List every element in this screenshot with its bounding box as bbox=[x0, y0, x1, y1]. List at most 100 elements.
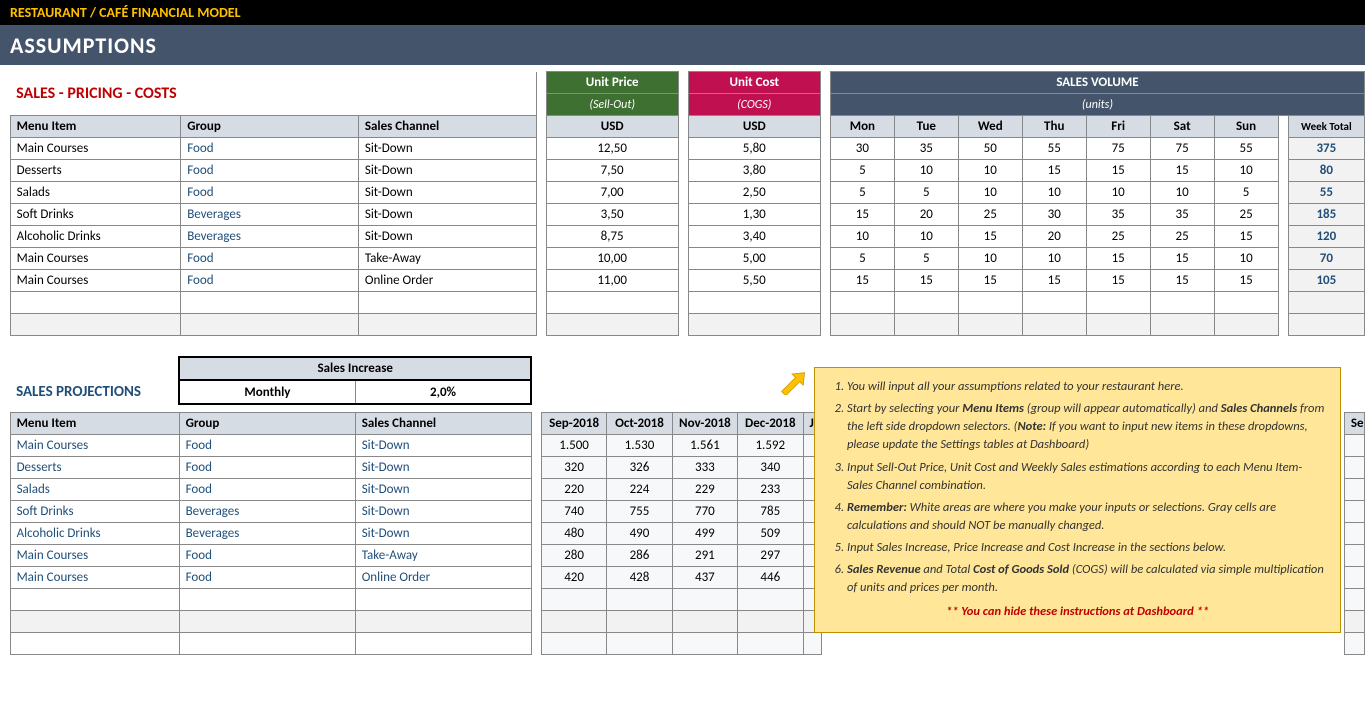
volume-cell[interactable]: 15 bbox=[1214, 226, 1278, 248]
col-menu-item: Menu Item bbox=[10, 116, 181, 138]
volume-cell[interactable]: 15 bbox=[958, 226, 1022, 248]
channel-cell: Sit-Down bbox=[355, 434, 531, 456]
volume-cell[interactable]: 5 bbox=[830, 182, 894, 204]
volume-cell[interactable]: 15 bbox=[1022, 270, 1086, 292]
unit-cost-cell[interactable]: 5,50 bbox=[688, 270, 820, 292]
menu-item-cell[interactable]: Alcoholic Drinks bbox=[10, 226, 181, 248]
unit-cost-cell[interactable]: 1,30 bbox=[688, 204, 820, 226]
volume-cell[interactable]: 35 bbox=[894, 138, 958, 160]
col-group: Group bbox=[181, 116, 359, 138]
volume-cell[interactable]: 5 bbox=[830, 248, 894, 270]
volume-cell[interactable]: 55 bbox=[1214, 138, 1278, 160]
volume-cell[interactable]: 75 bbox=[1086, 138, 1150, 160]
volume-cell[interactable]: 5 bbox=[894, 248, 958, 270]
unit-price-cell[interactable]: 3,50 bbox=[546, 204, 678, 226]
volume-cell[interactable]: 10 bbox=[1214, 248, 1278, 270]
unit-price-sub: (Sell-Out) bbox=[546, 94, 678, 116]
unit-cost-cell[interactable]: 5,80 bbox=[688, 138, 820, 160]
volume-cell[interactable]: 5 bbox=[894, 182, 958, 204]
menu-item-cell: Alcoholic Drinks bbox=[10, 522, 179, 544]
unit-price-cell[interactable]: 8,75 bbox=[546, 226, 678, 248]
volume-cell[interactable]: 15 bbox=[1086, 160, 1150, 182]
title-bar: ASSUMPTIONS bbox=[0, 26, 1365, 65]
volume-cell[interactable]: 75 bbox=[1150, 138, 1214, 160]
volume-cell[interactable]: 30 bbox=[1022, 204, 1086, 226]
volume-cell[interactable]: 10 bbox=[958, 248, 1022, 270]
volume-cell[interactable]: 10 bbox=[830, 226, 894, 248]
volume-cell[interactable]: 15 bbox=[1150, 248, 1214, 270]
volume-cell[interactable]: 10 bbox=[958, 160, 1022, 182]
table-row: SaladsFoodSit-Down7,002,505510101010555 bbox=[0, 182, 1365, 204]
volume-cell[interactable]: 5 bbox=[830, 160, 894, 182]
unit-price-cell[interactable]: 10,00 bbox=[546, 248, 678, 270]
volume-cell[interactable]: 55 bbox=[1022, 138, 1086, 160]
volume-cell[interactable]: 20 bbox=[894, 204, 958, 226]
volume-cell[interactable]: 10 bbox=[1150, 182, 1214, 204]
channel-cell[interactable]: Sit-Down bbox=[358, 182, 536, 204]
unit-cost-cell[interactable]: 3,40 bbox=[688, 226, 820, 248]
volume-cell[interactable]: 30 bbox=[830, 138, 894, 160]
volume-cell[interactable]: 15 bbox=[1150, 270, 1214, 292]
volume-cell[interactable]: 10 bbox=[1022, 248, 1086, 270]
volume-cell[interactable]: 10 bbox=[894, 160, 958, 182]
menu-item-cell[interactable]: Main Courses bbox=[10, 270, 181, 292]
channel-cell[interactable]: Online Order bbox=[358, 270, 536, 292]
menu-item-cell: Main Courses bbox=[10, 434, 179, 456]
volume-cell[interactable]: 10 bbox=[958, 182, 1022, 204]
menu-item-cell[interactable]: Desserts bbox=[10, 160, 181, 182]
channel-cell[interactable]: Sit-Down bbox=[358, 138, 536, 160]
unit-price-cell[interactable]: 11,00 bbox=[546, 270, 678, 292]
volume-cell[interactable]: 15 bbox=[830, 204, 894, 226]
volume-cell[interactable]: 15 bbox=[830, 270, 894, 292]
menu-item-cell[interactable]: Main Courses bbox=[10, 248, 181, 270]
unit-cost-cell[interactable]: 5,00 bbox=[688, 248, 820, 270]
col-week-total: Week Total bbox=[1288, 116, 1364, 138]
brand-strip: RESTAURANT / CAFÉ FINANCIAL MODEL bbox=[0, 0, 1365, 26]
volume-cell[interactable]: 20 bbox=[1022, 226, 1086, 248]
group-cell: Food bbox=[179, 456, 355, 478]
menu-item-cell[interactable]: Salads bbox=[10, 182, 181, 204]
volume-cell[interactable]: 15 bbox=[1214, 270, 1278, 292]
projection-cell: 291 bbox=[672, 544, 737, 566]
volume-cell[interactable]: 5 bbox=[1214, 182, 1278, 204]
menu-item-cell: Soft Drinks bbox=[10, 500, 179, 522]
pricing-table: SALES - PRICING - COSTS Unit Price Unit … bbox=[0, 71, 1365, 336]
unit-price-cell[interactable]: 7,00 bbox=[546, 182, 678, 204]
volume-cell[interactable]: 15 bbox=[1022, 160, 1086, 182]
projection-cell: 280 bbox=[541, 544, 606, 566]
channel-cell[interactable]: Sit-Down bbox=[358, 226, 536, 248]
channel-cell: Take-Away bbox=[355, 544, 531, 566]
volume-cell[interactable]: 15 bbox=[1086, 248, 1150, 270]
channel-cell[interactable]: Sit-Down bbox=[358, 204, 536, 226]
col-menu-item: Menu Item bbox=[10, 412, 179, 434]
col-channel: Sales Channel bbox=[355, 412, 531, 434]
col-thu: Thu bbox=[1022, 116, 1086, 138]
projection-cell: 509 bbox=[738, 522, 803, 544]
projection-cell: 437 bbox=[672, 566, 737, 588]
volume-cell[interactable]: 10 bbox=[1022, 182, 1086, 204]
volume-cell[interactable]: 10 bbox=[894, 226, 958, 248]
volume-cell[interactable]: 35 bbox=[1150, 204, 1214, 226]
volume-cell[interactable]: 25 bbox=[1214, 204, 1278, 226]
unit-price-cell[interactable]: 7,50 bbox=[546, 160, 678, 182]
menu-item-cell[interactable]: Soft Drinks bbox=[10, 204, 181, 226]
unit-cost-cell[interactable]: 2,50 bbox=[688, 182, 820, 204]
sales-increase-value[interactable]: 2,0% bbox=[355, 380, 531, 404]
volume-cell[interactable]: 10 bbox=[1086, 182, 1150, 204]
volume-cell[interactable]: 25 bbox=[1086, 226, 1150, 248]
volume-cell[interactable]: 50 bbox=[958, 138, 1022, 160]
unit-price-cell[interactable]: 12,50 bbox=[546, 138, 678, 160]
volume-cell[interactable]: 25 bbox=[1150, 226, 1214, 248]
channel-cell[interactable]: Sit-Down bbox=[358, 160, 536, 182]
volume-cell[interactable]: 15 bbox=[958, 270, 1022, 292]
menu-item-cell[interactable]: Main Courses bbox=[10, 138, 181, 160]
volume-cell[interactable]: 10 bbox=[1214, 160, 1278, 182]
volume-cell[interactable]: 15 bbox=[1150, 160, 1214, 182]
volume-cell[interactable]: 15 bbox=[1086, 270, 1150, 292]
channel-cell[interactable]: Take-Away bbox=[358, 248, 536, 270]
unit-cost-cell[interactable]: 3,80 bbox=[688, 160, 820, 182]
col-sat: Sat bbox=[1150, 116, 1214, 138]
volume-cell[interactable]: 25 bbox=[958, 204, 1022, 226]
volume-cell[interactable]: 15 bbox=[894, 270, 958, 292]
volume-cell[interactable]: 35 bbox=[1086, 204, 1150, 226]
